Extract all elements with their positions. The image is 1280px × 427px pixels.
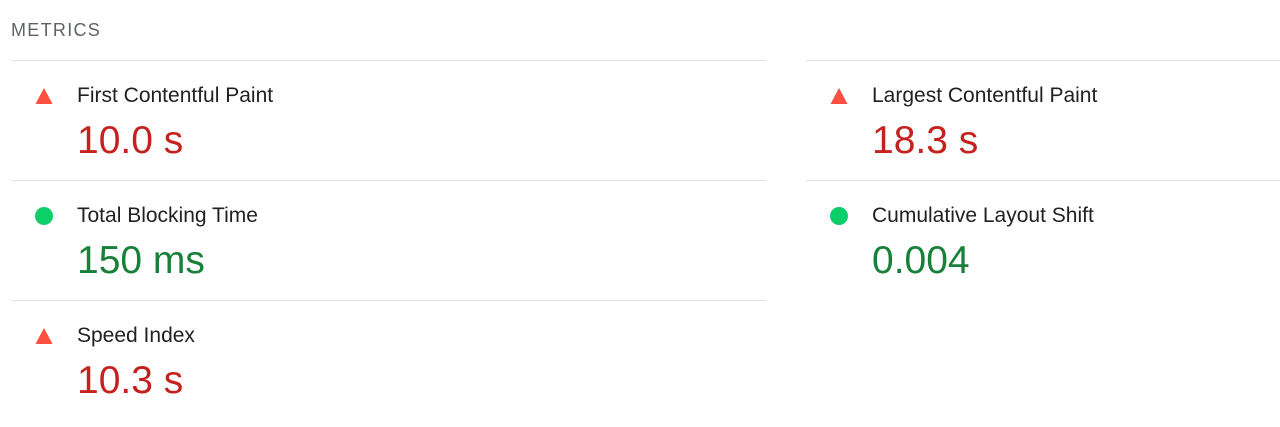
metric-total-blocking-time: Total Blocking Time 150 ms [11, 180, 766, 300]
triangle-icon [35, 327, 53, 345]
metric-value: 10.3 s [77, 359, 184, 402]
metric-value: 18.3 s [872, 119, 979, 162]
metric-first-contentful-paint: First Contentful Paint 10.0 s [11, 60, 766, 180]
metric-cumulative-layout-shift: Cumulative Layout Shift 0.004 [806, 180, 1280, 300]
metric-largest-contentful-paint: Largest Contentful Paint 18.3 s [806, 60, 1280, 180]
triangle-icon [830, 87, 848, 105]
metric-speed-index: Speed Index 10.3 s [11, 300, 766, 420]
metric-title: Largest Contentful Paint [872, 84, 1098, 107]
metric-title: First Contentful Paint [77, 84, 274, 107]
metric-title: Cumulative Layout Shift [872, 204, 1094, 227]
metrics-column-left: First Contentful Paint 10.0 s Total Bloc… [11, 60, 766, 420]
metric-value: 0.004 [872, 239, 970, 282]
circle-icon [35, 207, 53, 225]
triangle-icon [35, 87, 53, 105]
circle-icon [830, 207, 848, 225]
metric-value: 10.0 s [77, 119, 184, 162]
metric-title: Speed Index [77, 324, 195, 347]
metrics-column-right: Largest Contentful Paint 18.3 s Cumulati… [806, 60, 1280, 300]
metrics-header: METRICS [11, 20, 102, 40]
metric-value: 150 ms [77, 239, 205, 282]
metric-title: Total Blocking Time [77, 204, 258, 227]
